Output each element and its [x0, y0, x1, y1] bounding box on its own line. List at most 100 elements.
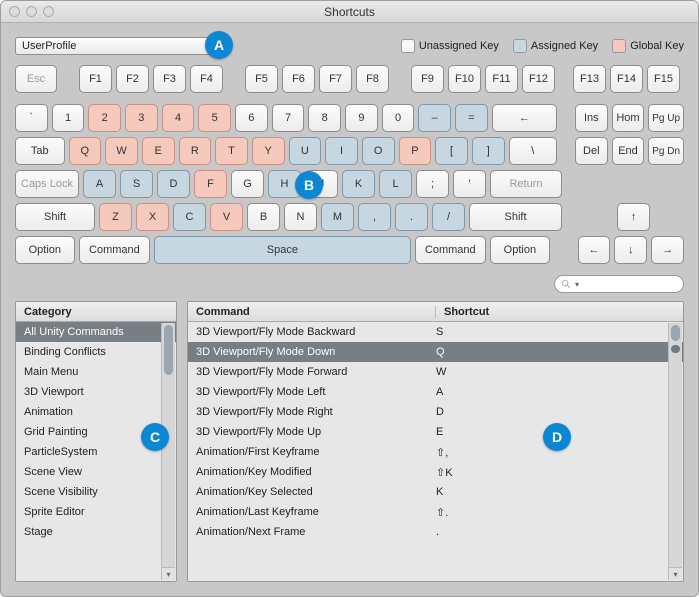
command-row[interactable]: 3D Viewport/Fly Mode ForwardW: [188, 362, 683, 382]
category-row[interactable]: Scene Visibility: [16, 482, 176, 502]
key-c[interactable]: C: [173, 203, 206, 231]
key-7[interactable]: 7: [272, 104, 305, 132]
key-f4[interactable]: F4: [190, 65, 223, 93]
key-quote[interactable]: ': [453, 170, 486, 198]
key-w[interactable]: W: [105, 137, 138, 165]
category-row[interactable]: Stage: [16, 522, 176, 542]
category-scrollbar[interactable]: ▾: [161, 323, 175, 580]
scroll-down-icon[interactable]: ▾: [669, 567, 682, 580]
command-row[interactable]: Animation/Key SelectedK: [188, 482, 683, 502]
key-f8[interactable]: F8: [356, 65, 389, 93]
key-f12[interactable]: F12: [522, 65, 555, 93]
key-m[interactable]: M: [321, 203, 354, 231]
key-f2[interactable]: F2: [116, 65, 149, 93]
command-list[interactable]: 3D Viewport/Fly Mode BackwardS 3D Viewpor…: [188, 322, 683, 581]
key-lshift[interactable]: Shift: [15, 203, 95, 231]
key-b[interactable]: B: [247, 203, 280, 231]
category-row[interactable]: Main Menu: [16, 362, 176, 382]
command-row[interactable]: Animation/Key Modified⇧K: [188, 462, 683, 482]
key-slash[interactable]: /: [432, 203, 465, 231]
key-n[interactable]: N: [284, 203, 317, 231]
key-down[interactable]: ↓: [614, 236, 647, 264]
search-input[interactable]: ▾: [554, 275, 684, 293]
key-end[interactable]: End: [612, 137, 645, 165]
key-f11[interactable]: F11: [485, 65, 518, 93]
category-row[interactable]: 3D Viewport: [16, 382, 176, 402]
key-f10[interactable]: F10: [448, 65, 481, 93]
command-row[interactable]: 3D Viewport/Fly Mode UpE: [188, 422, 683, 442]
key-right[interactable]: →: [651, 236, 684, 264]
key-loption[interactable]: Option: [15, 236, 75, 264]
key-f6[interactable]: F6: [282, 65, 315, 93]
key-f7[interactable]: F7: [319, 65, 352, 93]
key-capslock[interactable]: Caps Lock: [15, 170, 79, 198]
profile-dropdown[interactable]: UserProfile ▴▾: [15, 37, 229, 55]
key-i[interactable]: I: [325, 137, 358, 165]
key-9[interactable]: 9: [345, 104, 378, 132]
key-8[interactable]: 8: [308, 104, 341, 132]
key-f14[interactable]: F14: [610, 65, 643, 93]
key-s[interactable]: S: [120, 170, 153, 198]
key-g[interactable]: G: [231, 170, 264, 198]
key-lcommand[interactable]: Command: [79, 236, 151, 264]
command-row[interactable]: 3D Viewport/Fly Mode RightD: [188, 402, 683, 422]
key-rshift[interactable]: Shift: [469, 203, 562, 231]
key-equals[interactable]: =: [455, 104, 488, 132]
key-q[interactable]: Q: [69, 137, 102, 165]
command-scroll-thumb-b[interactable]: [671, 345, 680, 353]
command-row[interactable]: Animation/Next Frame.: [188, 522, 683, 542]
command-scroll-thumb-a[interactable]: [671, 325, 680, 341]
command-row[interactable]: Animation/First Keyframe⇧,: [188, 442, 683, 462]
key-home[interactable]: Hom: [612, 104, 645, 132]
key-4[interactable]: 4: [162, 104, 195, 132]
category-row[interactable]: Scene View: [16, 462, 176, 482]
key-up[interactable]: ↑: [617, 203, 650, 231]
key-f1[interactable]: F1: [79, 65, 112, 93]
key-v[interactable]: V: [210, 203, 243, 231]
key-semicolon[interactable]: ;: [416, 170, 449, 198]
key-backslash[interactable]: \: [509, 137, 558, 165]
key-return[interactable]: Return: [490, 170, 562, 198]
key-space[interactable]: Space: [154, 236, 410, 264]
command-row[interactable]: 3D Viewport/Fly Mode BackwardS: [188, 322, 683, 342]
key-tab[interactable]: Tab: [15, 137, 65, 165]
key-z[interactable]: Z: [99, 203, 132, 231]
category-list[interactable]: All Unity CommandsBinding ConflictsMain …: [16, 322, 176, 581]
key-del[interactable]: Del: [575, 137, 608, 165]
command-scrollbar[interactable]: ▾: [668, 323, 682, 580]
key-rcommand[interactable]: Command: [415, 236, 487, 264]
key-y[interactable]: Y: [252, 137, 285, 165]
key-t[interactable]: T: [215, 137, 248, 165]
key-p[interactable]: P: [399, 137, 432, 165]
key-f15[interactable]: F15: [647, 65, 680, 93]
key-r[interactable]: R: [179, 137, 212, 165]
key-left[interactable]: ←: [578, 236, 611, 264]
scroll-down-icon[interactable]: ▾: [162, 567, 175, 580]
key-f3[interactable]: F3: [153, 65, 186, 93]
key-a[interactable]: A: [83, 170, 116, 198]
key-f5[interactable]: F5: [245, 65, 278, 93]
key-comma[interactable]: ,: [358, 203, 391, 231]
key-pgdn[interactable]: Pg Dn: [648, 137, 684, 165]
key-period[interactable]: .: [395, 203, 428, 231]
command-row[interactable]: Animation/Last Keyframe⇧.: [188, 502, 683, 522]
category-row[interactable]: Binding Conflicts: [16, 342, 176, 362]
key-f13[interactable]: F13: [573, 65, 606, 93]
category-scroll-thumb[interactable]: [164, 325, 173, 375]
key-3[interactable]: 3: [125, 104, 158, 132]
key-esc[interactable]: Esc: [15, 65, 57, 93]
key-e[interactable]: E: [142, 137, 175, 165]
key-6[interactable]: 6: [235, 104, 268, 132]
key-f9[interactable]: F9: [411, 65, 444, 93]
category-row[interactable]: Animation: [16, 402, 176, 422]
key-o[interactable]: O: [362, 137, 395, 165]
key-ins[interactable]: Ins: [575, 104, 608, 132]
key-5[interactable]: 5: [198, 104, 231, 132]
key-roption[interactable]: Option: [490, 236, 550, 264]
key-backtick[interactable]: `: [15, 104, 48, 132]
key-x[interactable]: X: [136, 203, 169, 231]
key-f[interactable]: F: [194, 170, 227, 198]
key-0[interactable]: 0: [382, 104, 415, 132]
key-backspace[interactable]: ←: [492, 104, 557, 132]
command-row[interactable]: 3D Viewport/Fly Mode LeftA: [188, 382, 683, 402]
